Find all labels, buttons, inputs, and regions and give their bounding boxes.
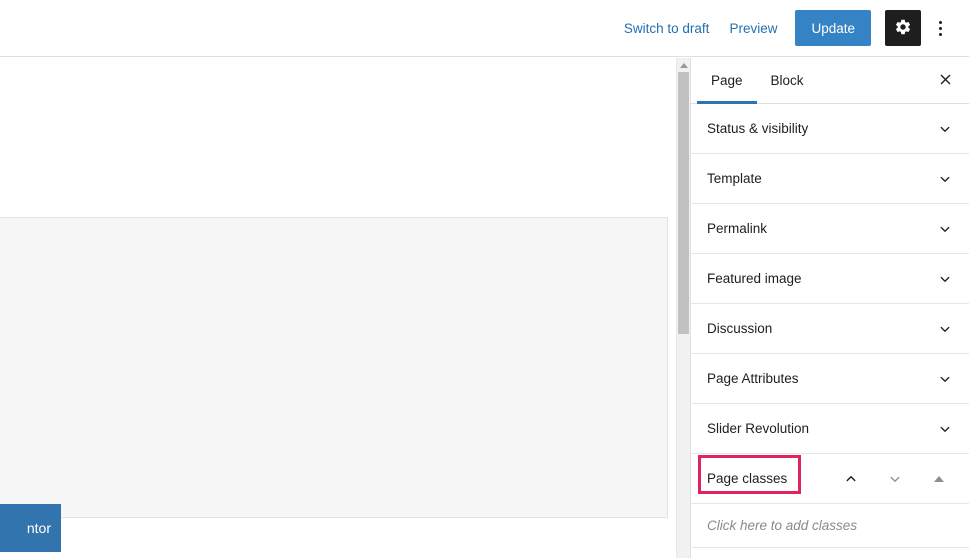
editor-canvas: ntor xyxy=(0,58,676,558)
update-button[interactable]: Update xyxy=(795,10,871,46)
page-classes-input[interactable]: Click here to add classes xyxy=(691,504,969,548)
chevron-down-icon xyxy=(933,367,957,391)
chevron-down-icon xyxy=(933,417,957,441)
sidebar-panel-template[interactable]: Template xyxy=(691,154,969,204)
sidebar-panel-featured-image[interactable]: Featured image xyxy=(691,254,969,304)
kebab-menu-icon-dot xyxy=(938,26,942,30)
gear-icon xyxy=(894,18,912,39)
sidebar-panel-slider-revolution[interactable]: Slider Revolution xyxy=(691,404,969,454)
panel-label: Permalink xyxy=(707,221,768,236)
chevron-down-icon xyxy=(933,267,957,291)
close-icon xyxy=(938,72,953,90)
switch-to-draft-button[interactable]: Switch to draft xyxy=(614,13,720,44)
more-options-button[interactable] xyxy=(925,10,955,46)
sidebar-panel-permalink[interactable]: Permalink xyxy=(691,204,969,254)
chevron-down-icon xyxy=(933,217,957,241)
panel-label: Slider Revolution xyxy=(707,421,810,436)
chevron-down-icon xyxy=(933,317,957,341)
sidebar-panel-page-classes[interactable]: Page classes xyxy=(691,454,969,504)
kebab-menu-icon xyxy=(938,20,942,24)
chevron-up-icon[interactable] xyxy=(839,467,863,491)
sidebar-panel-page-attributes[interactable]: Page Attributes xyxy=(691,354,969,404)
close-sidebar-button[interactable] xyxy=(929,65,961,97)
settings-sidebar: Page Block Status & visibility Template xyxy=(690,58,969,558)
canvas-content-block[interactable]: ntor xyxy=(0,217,668,552)
panel-label: Template xyxy=(707,171,762,186)
chevron-down-icon xyxy=(933,167,957,191)
scroll-up-arrow-icon[interactable] xyxy=(677,58,690,72)
sidebar-tabbar: Page Block xyxy=(691,58,969,105)
panel-label: Featured image xyxy=(707,271,802,286)
chevron-down-icon[interactable] xyxy=(883,467,907,491)
panel-label: Discussion xyxy=(707,321,773,336)
panel-row-actions xyxy=(839,467,957,491)
edit-with-elementor-button[interactable]: ntor xyxy=(0,504,61,552)
triangle-up-icon[interactable] xyxy=(927,467,951,491)
tab-page[interactable]: Page xyxy=(697,58,757,105)
wordpress-block-editor: Switch to draft Preview Update ntor Page… xyxy=(0,0,969,558)
preview-button[interactable]: Preview xyxy=(719,13,787,44)
tab-block[interactable]: Block xyxy=(757,58,818,104)
canvas-empty-area xyxy=(0,58,676,217)
canvas-vertical-scrollbar[interactable] xyxy=(676,58,690,558)
kebab-menu-icon-dot xyxy=(938,32,942,36)
page-classes-placeholder: Click here to add classes xyxy=(707,518,858,533)
panel-label: Page Attributes xyxy=(707,371,799,386)
sidebar-panel-status-visibility[interactable]: Status & visibility xyxy=(691,104,969,154)
sidebar-panel-discussion[interactable]: Discussion xyxy=(691,304,969,354)
sidebar-bottom-spacer xyxy=(691,548,969,558)
chevron-down-icon xyxy=(933,117,957,141)
scrollbar-thumb[interactable] xyxy=(678,72,689,334)
editor-header-toolbar: Switch to draft Preview Update xyxy=(0,0,969,57)
settings-button[interactable] xyxy=(885,10,921,46)
panel-label: Status & visibility xyxy=(707,121,809,136)
panel-label: Page classes xyxy=(707,471,788,486)
